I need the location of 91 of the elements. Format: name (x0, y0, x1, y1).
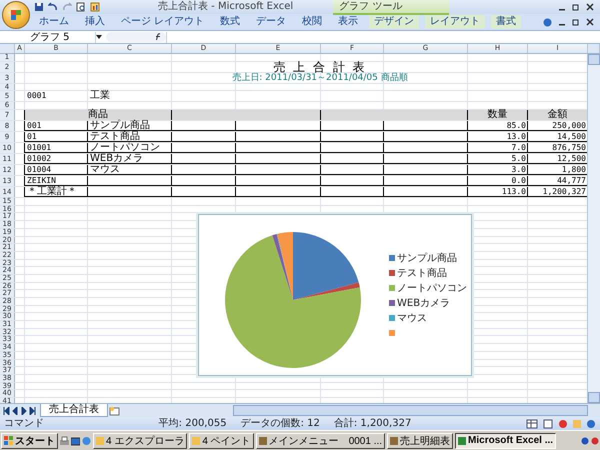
pie-slice[interactable] (272, 234, 293, 300)
table-cell-text: WEBカメラ (89, 154, 144, 164)
chart-area[interactable]: サンプル商品 テスト商品 ノートパソコン WEBカメラ マウス (198, 214, 472, 376)
table-cell-text: 1,200,327 (542, 187, 587, 198)
taskbar-button[interactable]: メインメニュー 0001 ... (256, 432, 386, 448)
app-icon (192, 436, 200, 444)
table-cell-text: 14,500 (556, 132, 587, 142)
table-cell-text: サンプル商品 (89, 121, 151, 132)
taskbar-button[interactable]: 売上明細表 (387, 432, 454, 448)
ribbon-tab[interactable]: データ (251, 15, 292, 29)
page-layout-icon[interactable] (542, 418, 554, 428)
pie-slice[interactable] (225, 235, 361, 368)
status-average: 平均: 200,055 (158, 418, 227, 430)
status-mode: コマンド (4, 418, 44, 430)
table-cell-text: 0.0 (510, 176, 527, 186)
start-button[interactable]: スタート (1, 432, 58, 448)
close-icon[interactable] (586, 3, 594, 11)
table-cell-text: 0001 (26, 91, 48, 102)
printer-icon[interactable] (60, 436, 69, 446)
ribbon-tab[interactable]: 書式 (491, 15, 522, 29)
table-cell-text: 001 (26, 121, 42, 132)
undo-icon[interactable] (48, 2, 58, 12)
office-logo-icon (10, 9, 22, 21)
dropdown-caret-icon (96, 34, 102, 40)
table-cell-text: 7.0 (510, 143, 527, 154)
table-cell-text: テスト商品 (89, 132, 141, 142)
table-cell-text: 01001 (26, 143, 52, 154)
ribbon-tab[interactable]: ページ レイアウト (116, 15, 210, 29)
status-sum: 合計: 1,200,327 (334, 418, 412, 430)
table-cell-text: 3.0 (510, 165, 527, 176)
table-cell-text: ZEIKIN (26, 176, 57, 186)
table-cell-text: 113.0 (500, 187, 527, 198)
windows-flag-icon (4, 436, 13, 445)
table-cell-text: マウス (89, 165, 121, 176)
table-cell-text: 85.0 (506, 121, 527, 132)
print-preview-icon[interactable] (76, 2, 86, 12)
taskbar-button[interactable]: 4 エクスプローラ (93, 432, 188, 448)
legend-label: サンプル商品 (397, 252, 457, 264)
column-header: 金額 (528, 110, 587, 120)
app-icon (96, 436, 104, 444)
horizontal-scrollbar[interactable] (233, 405, 588, 416)
insert-sheet-icon[interactable] (108, 406, 122, 416)
table-cell-text: 01002 (26, 154, 52, 164)
ribbon-tab[interactable]: 表示 (333, 15, 364, 29)
app-icon (390, 436, 398, 444)
status-count: データの個数: 12 (240, 418, 320, 430)
ribbon-tab[interactable]: 挿入 (80, 15, 110, 29)
sheet-tab[interactable]: 売上合計表 (40, 404, 108, 417)
pie-slice[interactable] (293, 282, 360, 300)
table-cell-text: 5.0 (510, 154, 527, 164)
vertical-scrollbar[interactable] (587, 54, 600, 403)
table-cell-text: 工業 (89, 91, 111, 102)
table-cell-text: ノートパソコン (89, 143, 161, 154)
legend-label: テスト商品 (397, 266, 447, 280)
sheet-nav-arrows-icon[interactable] (3, 406, 37, 414)
legend-label: マウス (397, 312, 427, 324)
table-cell-text: 44,777 (556, 176, 587, 186)
ribbon-tab[interactable]: 数式 (215, 15, 246, 29)
chart-icon[interactable] (90, 2, 100, 12)
save-icon[interactable] (34, 2, 44, 12)
function-button[interactable] (106, 32, 166, 42)
name-box[interactable]: グラフ 5 (0, 32, 96, 42)
context-tab-label: グラフ ツール (333, 0, 450, 14)
column-header: 商品 (25, 110, 172, 120)
table-cell-text: 13.0 (506, 132, 527, 142)
report-title: 売 上 合 計 表 (273, 62, 367, 72)
taskbar-button[interactable]: 4 ペイント (189, 432, 254, 448)
table-cell-text: 01 (26, 132, 38, 142)
ribbon-tab[interactable]: 校閲 (297, 15, 328, 29)
ribbon-tab[interactable]: デザイン (369, 15, 420, 29)
table-cell-text: ＊工業計＊ (26, 187, 78, 198)
normal-view-icon[interactable] (526, 418, 538, 428)
pie-slice[interactable] (293, 232, 359, 300)
table-cell-text: 876,750 (551, 143, 587, 154)
close-icon[interactable] (586, 18, 594, 26)
app-icon (458, 436, 466, 444)
legend-label: WEBカメラ (397, 296, 450, 310)
function-icon (154, 33, 162, 41)
table-cell-text: 1,800 (560, 165, 587, 176)
taskbar-button[interactable]: Microsoft Excel ... (455, 432, 556, 448)
app-icon (258, 436, 267, 444)
window-title: 売上合計表 - Microsoft Excel (158, 1, 294, 13)
table-cell-text: 12,500 (556, 154, 587, 164)
report-subtitle: 売上日: 2011/03/31～2011/04/05 商品順 (231, 72, 409, 83)
ribbon-tab[interactable]: ホーム (34, 15, 74, 29)
legend-label: ノートパソコン (397, 282, 467, 294)
column-header: 数量 (468, 110, 528, 120)
ribbon-tab[interactable]: レイアウト (425, 15, 486, 29)
table-cell-text: 01004 (26, 165, 52, 176)
desktop-icon[interactable] (71, 436, 80, 446)
table-cell-text: 250,000 (551, 121, 587, 132)
